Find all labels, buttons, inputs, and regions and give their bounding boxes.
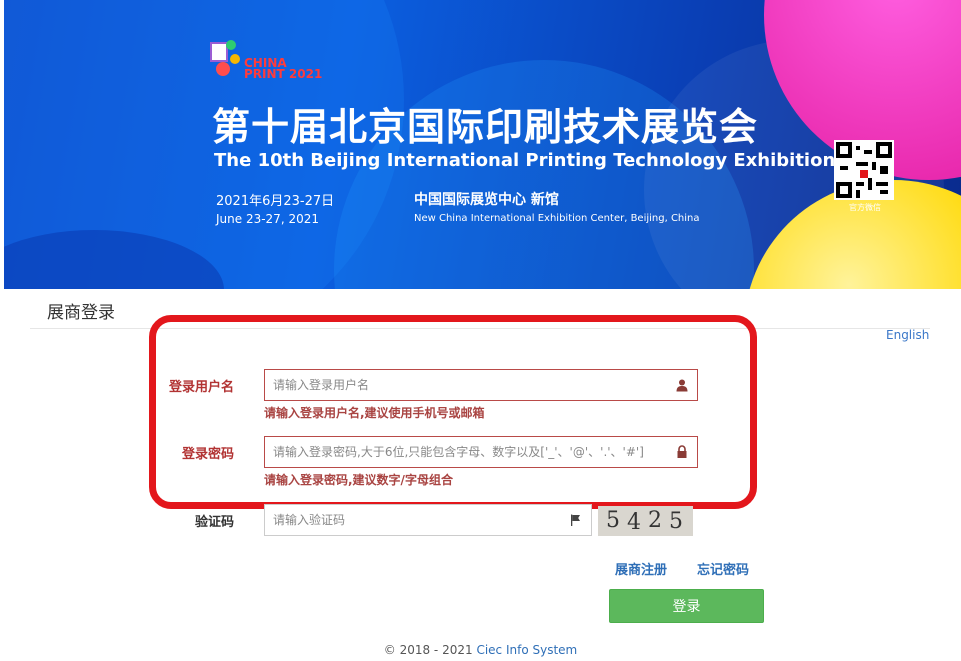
username-field <box>264 369 698 401</box>
banner-venue-en: New China International Exhibition Cente… <box>414 213 700 224</box>
qr-code-icon <box>834 140 894 200</box>
china-print-logo-icon <box>210 40 246 84</box>
username-label: 登录用户名 <box>168 380 234 395</box>
logo-text: CHINA PRINT 2021 <box>244 57 323 81</box>
password-label: 登录密码 <box>181 447 234 462</box>
captcha-digit: 5 <box>606 508 620 533</box>
register-link[interactable]: 展商注册 <box>615 559 667 578</box>
captcha-digit: 4 <box>627 510 641 535</box>
footer: © 2018 - 2021 Ciec Info System <box>0 643 961 657</box>
flag-icon <box>571 514 580 526</box>
password-input[interactable] <box>265 437 671 467</box>
captcha-image[interactable]: 5 4 2 5 <box>598 506 693 536</box>
logo-text-line2: PRINT 2021 <box>244 67 323 81</box>
lock-icon <box>677 445 687 458</box>
forgot-password-link[interactable]: 忘记密码 <box>697 559 749 578</box>
qr-caption: 官方微信 <box>849 203 881 212</box>
banner-title-cn: 第十届北京国际印刷技术展览会 <box>212 105 759 149</box>
captcha-input[interactable] <box>265 505 571 535</box>
banner-date-en: June 23-27, 2021 <box>216 212 319 226</box>
username-help-text: 请输入登录用户名,建议使用手机号或邮箱 <box>264 406 485 420</box>
english-language-link[interactable]: English <box>886 328 929 342</box>
username-input[interactable] <box>265 370 671 400</box>
banner-venue-cn: 中国国际展览中心 新馆 <box>414 192 559 208</box>
captcha-field <box>264 504 592 536</box>
login-button[interactable]: 登录 <box>609 589 764 623</box>
page-title: 展商登录 <box>47 303 115 323</box>
password-help-text: 请输入登录密码,建议数字/字母组合 <box>264 473 453 487</box>
banner-title-en: The 10th Beijing International Printing … <box>214 150 836 171</box>
password-field <box>264 436 698 468</box>
user-icon <box>676 379 688 392</box>
exhibition-banner: CHINA PRINT 2021 第十届北京国际印刷技术展览会 The 10th… <box>4 0 961 289</box>
footer-copyright: © 2018 - 2021 <box>383 643 477 657</box>
captcha-digit: 5 <box>669 509 683 534</box>
banner-date-cn: 2021年6月23-27日 <box>216 194 335 209</box>
footer-system-link[interactable]: Ciec Info System <box>476 643 577 657</box>
captcha-digit: 2 <box>648 508 662 533</box>
captcha-label: 验证码 <box>194 515 234 530</box>
